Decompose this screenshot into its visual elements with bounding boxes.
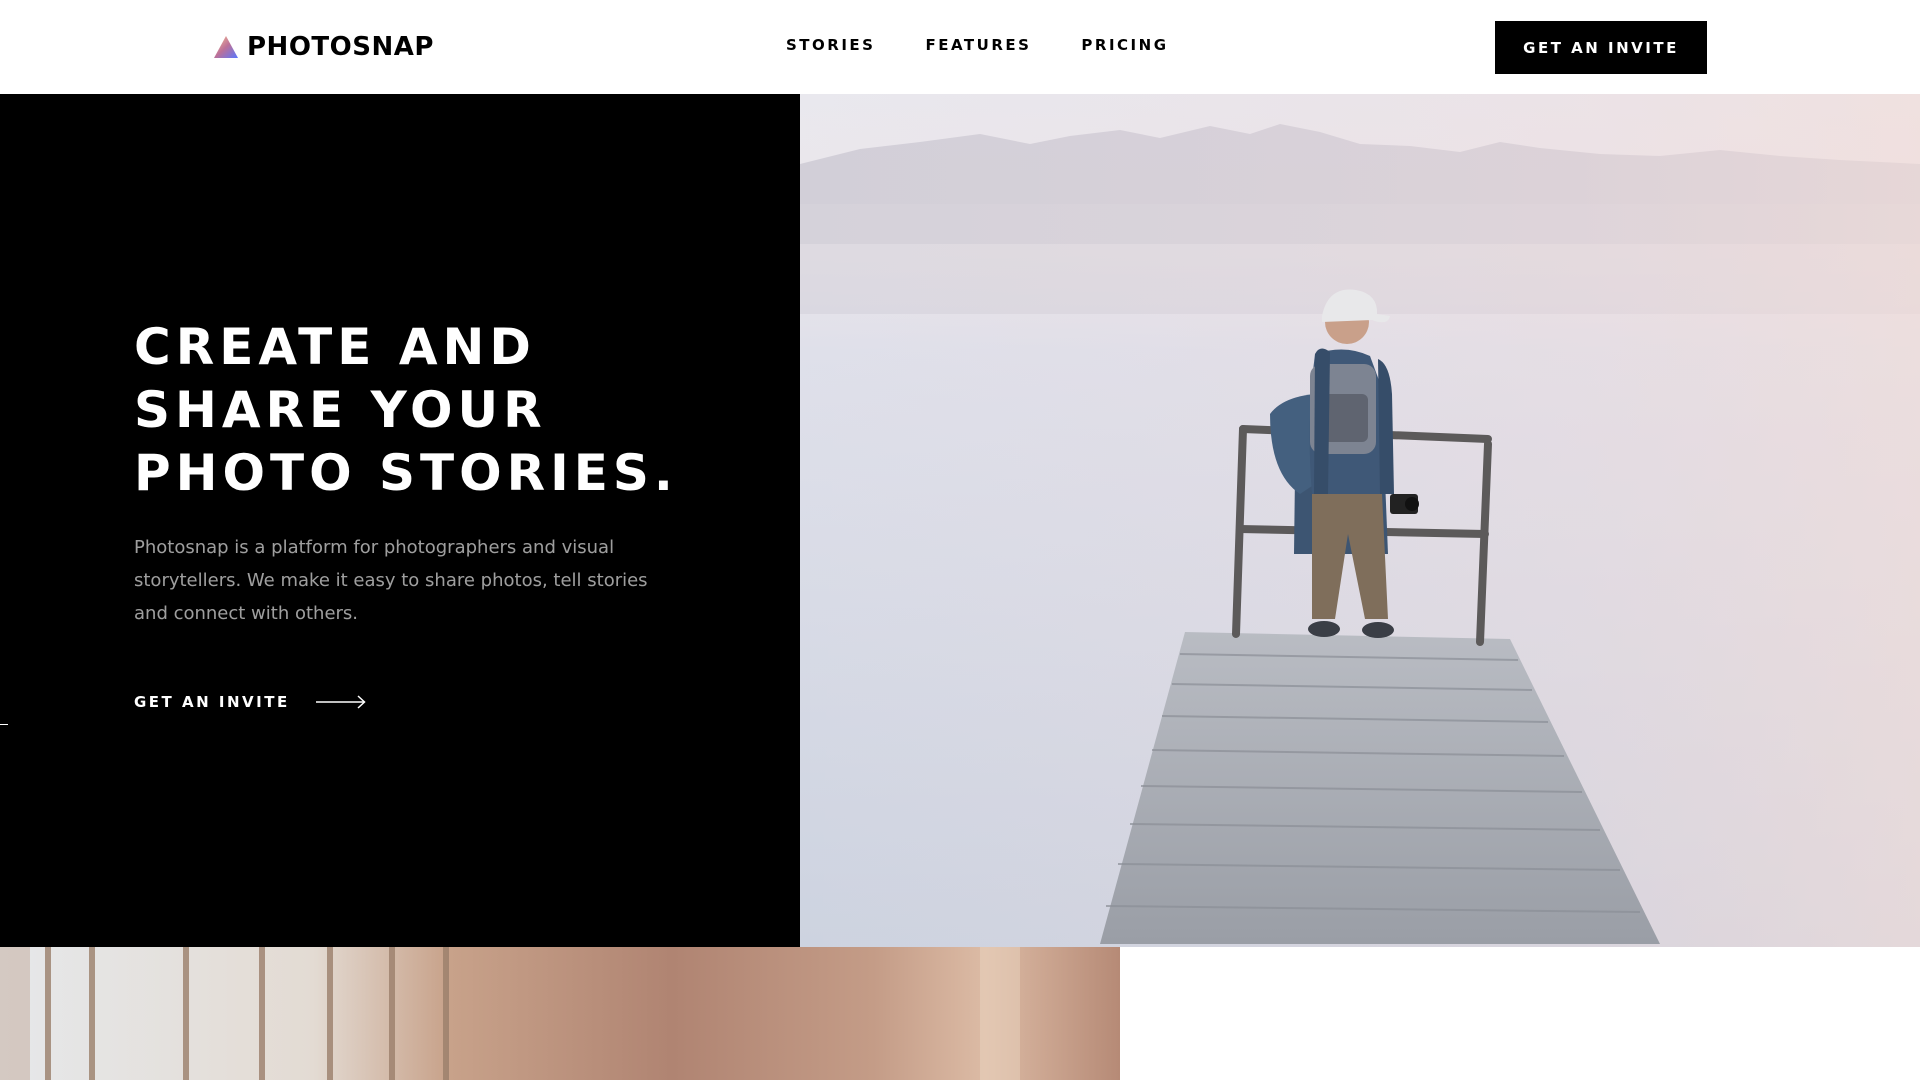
hero-title-line: PHOTO STORIES. bbox=[134, 444, 678, 502]
edge-indicator bbox=[0, 724, 8, 725]
site-header: PHOTOSNAP STORIES FEATURES PRICING GET A… bbox=[0, 0, 1920, 94]
hero-text-panel: CREATE AND SHARE YOUR PHOTO STORIES. Pho… bbox=[0, 94, 800, 947]
nav-link-stories[interactable]: STORIES bbox=[786, 36, 875, 54]
main-nav: STORIES FEATURES PRICING bbox=[786, 36, 1169, 54]
arrow-right-icon bbox=[315, 695, 366, 709]
hero-photo-man-on-pier bbox=[800, 94, 1920, 947]
nav-link-pricing[interactable]: PRICING bbox=[1081, 36, 1168, 54]
brand-name: PHOTOSNAP bbox=[247, 32, 434, 62]
nav-link-features[interactable]: FEATURES bbox=[925, 36, 1031, 54]
hero-cta-label: GET AN INVITE bbox=[134, 693, 290, 711]
get-invite-button[interactable]: GET AN INVITE bbox=[1495, 21, 1707, 74]
logo-triangle-icon bbox=[214, 36, 238, 58]
hero-title-line: CREATE AND bbox=[134, 318, 536, 376]
hero-title: CREATE AND SHARE YOUR PHOTO STORIES. bbox=[134, 316, 734, 505]
brand-logo[interactable]: PHOTOSNAP bbox=[214, 32, 434, 62]
hero-get-invite-link[interactable]: GET AN INVITE bbox=[134, 690, 366, 714]
section-photo-interior bbox=[0, 947, 1120, 1080]
hero-description: Photosnap is a platform for photographer… bbox=[134, 537, 648, 624]
hero-title-line: SHARE YOUR bbox=[134, 381, 547, 439]
